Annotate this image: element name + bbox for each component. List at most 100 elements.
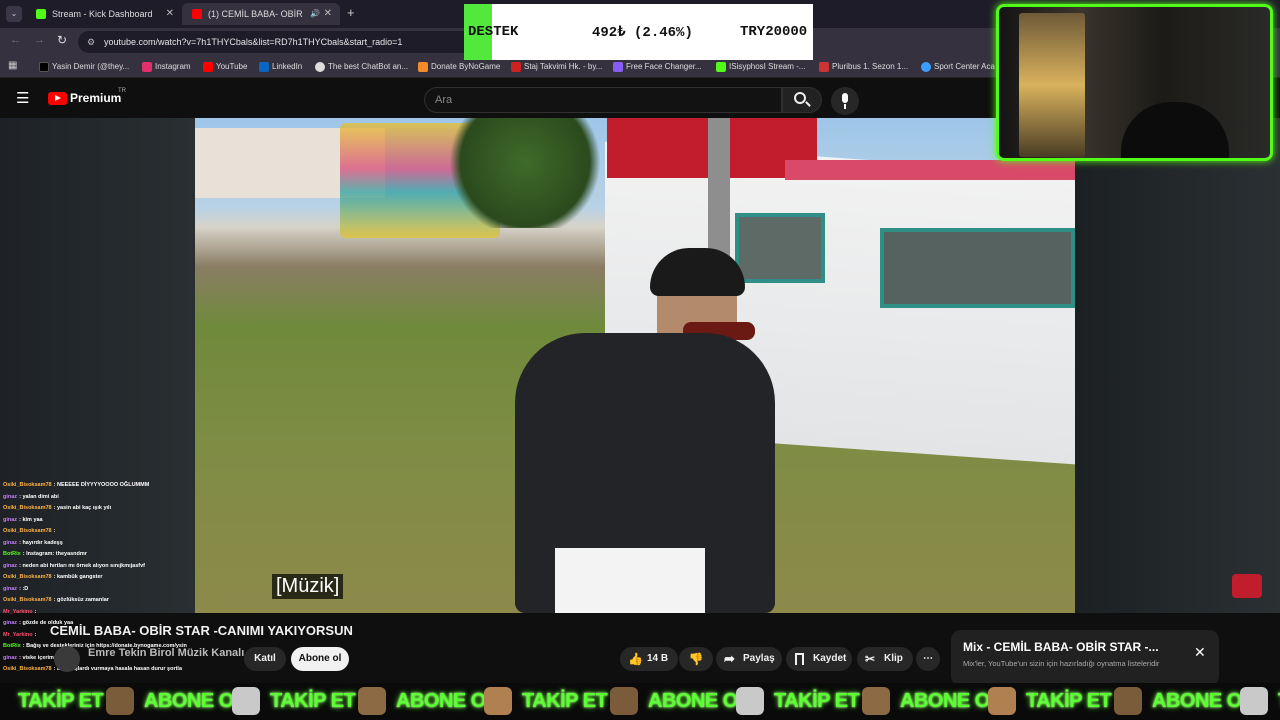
forward-icon[interactable]: → <box>34 34 45 46</box>
scissors-icon: ✂ <box>865 652 876 666</box>
animal-emote-icon <box>862 687 890 715</box>
chat-separator: : <box>53 528 56 534</box>
chat-text: yalan dimi abi <box>22 493 59 500</box>
close-icon[interactable]: ✕ <box>1194 644 1206 661</box>
thumbs-down-icon: 👎 <box>688 652 704 666</box>
ticker-text: ABONE OL <box>396 690 498 712</box>
chat-username: Osiki_Bisoksam78 <box>3 666 52 672</box>
speaker-icon[interactable]: 🔊 <box>310 3 320 25</box>
url-bar[interactable]: ⚙ youtube.com/watch?v=7h1THYCbals&list=R… <box>78 31 478 53</box>
bookmark-item[interactable]: Staj Takvimi Hk. - by... <box>511 60 602 74</box>
mic-icon <box>842 93 848 103</box>
bookmark-label: Pluribus 1. Sezon 1... <box>832 62 909 71</box>
chat-text: viske içerim <box>22 654 54 661</box>
tab-youtube-video[interactable]: (1) CEMİL BABA- OBİR STAR 🔊 ✕ <box>182 3 340 41</box>
tab-kick-dashboard[interactable]: Stream - Kick Dashboard ✕ <box>26 3 182 25</box>
save-button[interactable]: Kaydet <box>786 647 852 671</box>
site-info-icon[interactable]: ⚙ <box>87 31 95 53</box>
chat-username: Osiki_Bisoksam78 <box>3 574 52 580</box>
menu-icon[interactable]: ☰ <box>16 89 29 107</box>
ticker-text: TAKİP ET <box>1026 690 1112 712</box>
bookmark-item[interactable]: Free Face Changer... <box>613 60 702 74</box>
ticker-text: TAKİP ET <box>774 690 860 712</box>
video-title: CEMİL BABA- OBİR STAR -CANIMI YAKIYORSUN <box>50 623 353 638</box>
chat-text: hayırdır kadeşş <box>22 539 63 546</box>
ticker-text: ABONE OL <box>144 690 246 712</box>
dislike-button[interactable]: 👎 <box>679 647 713 671</box>
bookmark-label: Sport Center Aca <box>934 62 995 71</box>
follow-ticker-overlay: TAKİP ET ABONE OL TAKİP ET ABONE OL TAKİP ET… <box>0 683 1280 720</box>
person-pants <box>555 548 705 613</box>
close-icon[interactable]: ✕ <box>166 3 174 25</box>
apps-icon[interactable]: ▦ <box>8 60 17 71</box>
back-icon[interactable]: ← <box>10 34 21 46</box>
join-button[interactable]: Katıl <box>244 647 286 671</box>
animal-emote-icon <box>106 687 134 715</box>
bookmark-item[interactable]: LinkedIn <box>259 60 302 74</box>
play-triangle-icon <box>55 95 61 101</box>
voice-search-button[interactable] <box>831 87 859 115</box>
bookmark-item[interactable]: Donate ByNoGame <box>418 60 500 74</box>
bookmark-label: LinkedIn <box>272 62 303 71</box>
mix-playlist-card[interactable]: Mix - CEMİL BABA- OBİR STAR -... Mix'ler… <box>951 630 1219 686</box>
chat-separator: : <box>34 608 37 615</box>
bookmark-item[interactable]: The best ChatBot an... <box>315 60 408 74</box>
channel-name[interactable]: Emre Tekin Birol Müzik Kanalı <box>88 647 244 659</box>
chat-username: BotRix <box>3 643 21 649</box>
bookmark-label: Free Face Changer... <box>626 62 702 71</box>
search-input[interactable]: Ara <box>424 87 782 113</box>
search-button[interactable] <box>782 87 822 113</box>
reload-icon[interactable]: ↻ <box>57 33 67 47</box>
chat-message: Mr_Yarkino: <box>3 609 37 615</box>
bookmark-item[interactable]: ISisyphosI Stream -... <box>716 60 805 74</box>
channel-avatar[interactable] <box>54 646 80 672</box>
more-icon: ⋯ <box>923 653 933 664</box>
clip-button[interactable]: ✂ Klip <box>857 647 913 671</box>
more-actions-button[interactable]: ⋯ <box>916 647 940 671</box>
bookmark-label: Instagram <box>155 62 191 71</box>
bookmark-item[interactable]: Instagram <box>142 60 191 74</box>
chat-text: yasin abi kaç ışık yılı <box>57 505 112 511</box>
animal-emote-icon <box>988 687 1016 715</box>
chat-username: ginaz <box>3 493 18 500</box>
like-button[interactable]: 👍 14 B <box>620 647 678 671</box>
donation-goal-widget: DESTEK 492₺ (2.46%) TRY20000 <box>464 4 813 60</box>
share-icon: ➦ <box>724 651 735 666</box>
linkedin-icon <box>259 62 269 72</box>
video-player[interactable]: [Müzik] <box>195 118 1075 613</box>
chat-text: gözlüksüz zamanlar <box>57 597 109 603</box>
film-icon <box>819 62 829 72</box>
bookmark-item[interactable]: Yasin Demir (@they... <box>39 60 129 74</box>
share-button[interactable]: ➦ Paylaş <box>716 647 782 671</box>
face-changer-icon <box>613 62 623 72</box>
ticker-text: ABONE OL <box>1152 690 1254 712</box>
chat-username: Osiki_Bisoksam78 <box>3 482 52 488</box>
mic-stand <box>844 104 846 109</box>
bynogame-icon <box>418 62 428 72</box>
chat-message: ginaz: yalan dimi abi <box>3 494 59 500</box>
search-icon-handle <box>805 101 811 107</box>
close-icon[interactable]: ✕ <box>324 3 332 25</box>
bookmark-item[interactable]: YouTube <box>203 60 247 74</box>
chat-message: Osiki_Bisoksam78: NEEEEE DİYYYYOOOO OĞLU… <box>3 482 149 488</box>
bookmark-item[interactable]: Sport Center Aca <box>921 60 995 74</box>
animal-emote-icon <box>736 687 764 715</box>
logo-region: TR <box>118 88 126 94</box>
chat-message: ginaz: :D <box>3 586 28 592</box>
subscribe-button[interactable]: Abone ol <box>291 647 349 671</box>
chat-text: kim yaa <box>22 516 43 523</box>
chat-text: neden abi hırtları mı örnek alıyon sınıj… <box>22 562 146 569</box>
bookmark-item[interactable]: Pluribus 1. Sezon 1... <box>819 60 908 74</box>
kick-icon <box>716 62 726 72</box>
tab-search-button[interactable]: ⌄ <box>6 6 22 22</box>
ticker-text: TAKİP ET <box>522 690 608 712</box>
chat-message: Osiki_Bisoksam78: yasin abi kaç ışık yıl… <box>3 505 111 511</box>
youtube-icon <box>203 62 213 72</box>
animal-emote-icon <box>358 687 386 715</box>
webcam-overlay <box>996 4 1273 161</box>
bookmark-label: YouTube <box>216 62 248 71</box>
bookmark-label: ISisyphosI Stream -... <box>729 62 806 71</box>
x-icon <box>39 62 49 72</box>
new-tab-button[interactable]: + <box>347 5 355 20</box>
globe-icon <box>921 62 931 72</box>
